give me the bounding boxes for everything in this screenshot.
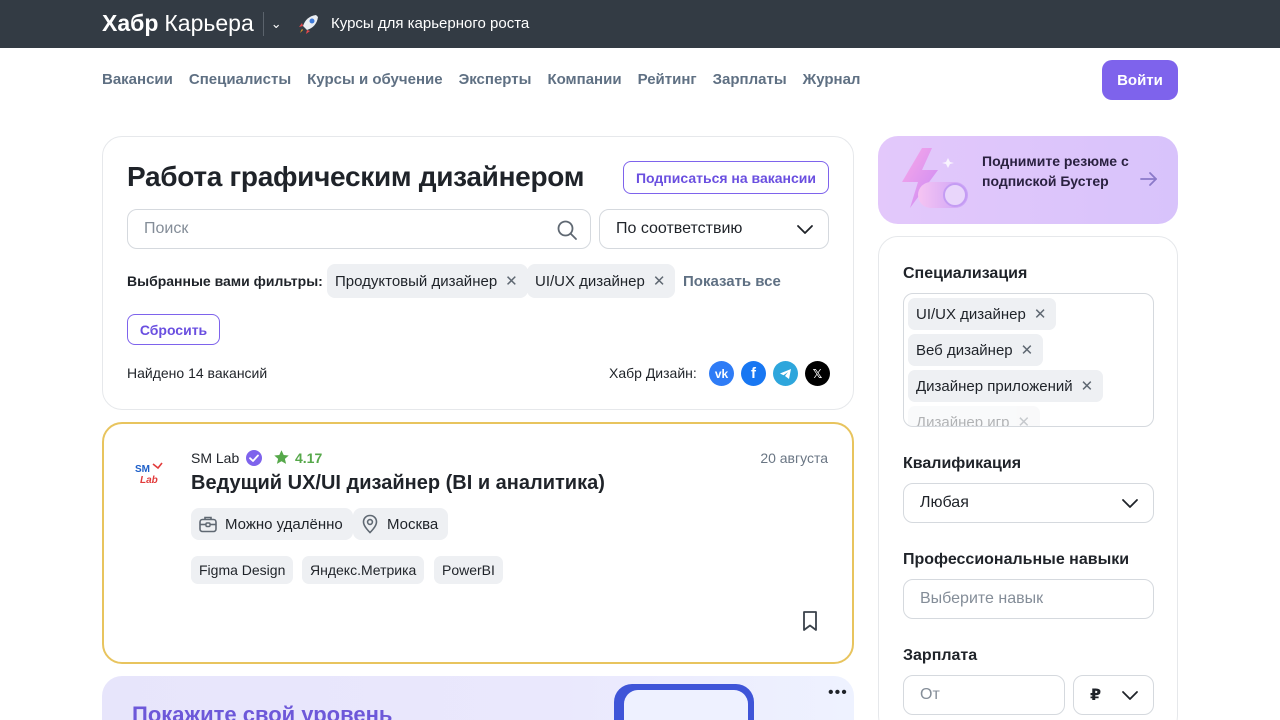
promo-banner[interactable]: Покажите свой уровень (102, 676, 854, 720)
city-badge-label: Москва (387, 515, 439, 533)
nav-item-journal[interactable]: Журнал (803, 71, 861, 88)
vacancy-date: 20 августа (760, 450, 828, 466)
remote-badge-label: Можно удалённо (225, 515, 343, 533)
search-filter-card: Работа графическим дизайнером Подписатьс… (102, 136, 854, 410)
filter-chip[interactable]: Продуктовый дизайнер ✕ (327, 264, 528, 298)
sort-select[interactable]: По соответствию (599, 209, 829, 249)
arrow-right-icon[interactable] (1138, 168, 1160, 190)
qualification-select-value: Любая (920, 494, 969, 511)
star-icon (274, 450, 289, 464)
facebook-icon[interactable]: f (741, 361, 766, 386)
company-logo[interactable]: SM Lab (134, 460, 170, 488)
specialization-chip[interactable]: Веб дизайнер ✕ (908, 334, 1044, 366)
courses-link[interactable]: Курсы для карьерного роста (331, 15, 529, 32)
search-input[interactable] (128, 210, 548, 248)
specialization-chip-label: Дизайнер игр (916, 413, 1010, 427)
svg-text:SM: SM (135, 464, 150, 475)
vk-icon[interactable]: vk (709, 361, 734, 386)
chevron-down-icon[interactable]: ⌄ (271, 16, 282, 32)
skills-heading: Профессиональные навыки (903, 551, 1130, 568)
nav-item-vacancies[interactable]: Вакансии (102, 71, 173, 88)
promo-banner-text: Покажите свой уровень (132, 702, 393, 720)
salary-heading: Зарплата (903, 647, 978, 664)
search-field[interactable] (127, 209, 591, 249)
show-all-link[interactable]: Показать все (683, 273, 781, 290)
subscribe-button[interactable]: Подписаться на вакансии (623, 161, 829, 194)
filter-chip-label: Продуктовый дизайнер (335, 272, 498, 290)
top-bar: Хабр Карьера ⌄ Курсы для карьерного рост… (0, 0, 1280, 48)
currency-select[interactable]: ₽ (1073, 675, 1154, 715)
nav-item-courses[interactable]: Курсы и обучение (307, 71, 442, 88)
currency-select-value: ₽ (1090, 687, 1102, 704)
location-pin-icon (362, 514, 378, 534)
search-icon[interactable] (556, 219, 578, 241)
specialization-chip-label: Дизайнер приложений (916, 377, 1073, 395)
briefcase-icon (199, 516, 217, 533)
specialization-chip[interactable]: UI/UX дизайнер ✕ (908, 298, 1057, 330)
specialization-chip[interactable]: Дизайнер приложений ✕ (908, 370, 1104, 402)
specialization-chip-label: UI/UX дизайнер (916, 305, 1026, 323)
divider (262, 11, 264, 36)
bookmark-icon[interactable] (800, 610, 820, 632)
brand-name-bold: Хабр (102, 10, 159, 36)
city-badge: Москва (353, 508, 449, 540)
specialization-chip-label: Веб дизайнер (916, 341, 1013, 359)
close-icon[interactable]: ✕ (1021, 341, 1034, 359)
specialization-heading: Специализация (903, 265, 1028, 282)
specialization-chip[interactable]: Дизайнер игр ✕ (908, 406, 1041, 427)
boost-promo-card[interactable]: Поднимите резюме с подпиской Бустер (878, 136, 1178, 224)
close-icon[interactable]: ✕ (1081, 377, 1094, 395)
more-options-icon[interactable]: ••• (828, 684, 848, 702)
svg-text:Lab: Lab (140, 475, 158, 486)
nav-item-salaries[interactable]: Зарплаты (713, 71, 787, 88)
chevron-down-icon (797, 225, 813, 234)
sort-select-value: По соответствию (616, 220, 743, 237)
nav-item-companies[interactable]: Компании (547, 71, 621, 88)
reset-button[interactable]: Сбросить (127, 314, 220, 345)
page-title: Работа графическим дизайнером (127, 161, 585, 192)
chevron-down-icon (1122, 691, 1138, 700)
lightning-boost-icon (902, 148, 968, 208)
company-name[interactable]: SM Lab (191, 450, 239, 466)
company-rating: 4.17 (295, 450, 323, 466)
skills-input[interactable]: Выберите навык (903, 579, 1154, 619)
vacancy-card[interactable]: SM Lab SM Lab 4.17 20 августа Ведущий UX… (102, 422, 854, 664)
nav-item-specialists[interactable]: Специалисты (189, 71, 291, 88)
filter-chip[interactable]: UI/UX дизайнер ✕ (527, 264, 676, 298)
salary-from-input[interactable]: От (903, 675, 1065, 715)
close-icon[interactable]: ✕ (1017, 413, 1030, 426)
found-count: Найдено 14 вакансий (127, 365, 268, 381)
filter-chip-label: UI/UX дизайнер (535, 272, 645, 290)
vacancy-title[interactable]: Ведущий UX/UI дизайнер (BI и аналитика) (191, 472, 605, 495)
telegram-icon[interactable] (773, 361, 798, 386)
social-label: Хабр Дизайн: (609, 365, 697, 381)
nav-item-rating[interactable]: Рейтинг (638, 71, 697, 88)
main-nav: Вакансии Специалисты Курсы и обучение Эк… (102, 71, 860, 88)
brand-logo[interactable]: Хабр Карьера ⌄ (102, 10, 282, 37)
remote-badge: Можно удалённо (191, 508, 353, 540)
qualification-select[interactable]: Любая (903, 483, 1154, 523)
brand-name-light: Карьера (164, 10, 254, 36)
close-icon[interactable]: ✕ (1034, 305, 1047, 323)
nav-item-experts[interactable]: Эксперты (459, 71, 532, 88)
qualification-heading: Квалификация (903, 455, 1022, 472)
rocket-icon (299, 15, 318, 34)
skill-chip: Яндекс.Метрика (302, 556, 425, 584)
phone-screen (624, 690, 748, 720)
close-icon[interactable]: ✕ (653, 272, 666, 290)
boost-promo-text: Поднимите резюме с подпиской Бустер (982, 153, 1129, 189)
filters-label: Выбранные вами фильтры: (127, 273, 323, 289)
specialization-select[interactable]: UI/UX дизайнер ✕ Веб дизайнер ✕ Дизайнер… (903, 293, 1154, 427)
login-button[interactable]: Войти (1102, 60, 1178, 100)
close-icon[interactable]: ✕ (505, 272, 518, 290)
skill-chip: PowerBI (434, 556, 503, 584)
filters-sidebar: Специализация UI/UX дизайнер ✕ Веб дизай… (878, 236, 1178, 720)
verified-icon (246, 450, 262, 466)
skill-chip: Figma Design (191, 556, 294, 584)
x-icon[interactable]: 𝕏 (805, 361, 830, 386)
chevron-down-icon (1122, 499, 1138, 508)
